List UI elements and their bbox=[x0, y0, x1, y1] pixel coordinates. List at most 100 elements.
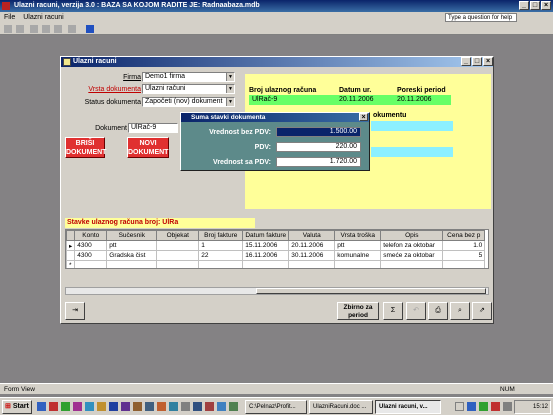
status-combo[interactable]: Započeti (nov) dokument ▼ bbox=[142, 97, 235, 107]
sum-button[interactable]: Σ bbox=[383, 302, 403, 320]
window-minimize-button[interactable]: _ bbox=[461, 57, 471, 66]
menu-ulazni-racuni[interactable]: Ulazni racuni bbox=[23, 14, 63, 21]
tray-icon[interactable] bbox=[455, 402, 464, 411]
quicklaunch-icon[interactable] bbox=[97, 402, 106, 411]
preview-button[interactable]: ⌕ bbox=[450, 302, 470, 320]
dokument-field[interactable]: UlRač-9 bbox=[128, 123, 178, 133]
sort-icon[interactable] bbox=[68, 25, 76, 33]
tray-icon[interactable] bbox=[467, 402, 476, 411]
chevron-down-icon[interactable]: ▼ bbox=[226, 73, 234, 81]
quicklaunch-icon[interactable] bbox=[49, 402, 58, 411]
new-record-selector[interactable]: * bbox=[66, 260, 76, 268]
header-values-row[interactable]: UlRač-9 20.11.2006 20.11.2006 bbox=[249, 95, 451, 105]
quicklaunch-icon[interactable] bbox=[169, 402, 178, 411]
quicklaunch-icon[interactable] bbox=[229, 402, 238, 411]
cell-cena[interactable]: 5 bbox=[442, 250, 486, 261]
horizontal-scrollbar[interactable] bbox=[65, 287, 489, 295]
col-broj-fakture[interactable]: Broj fakture bbox=[198, 230, 244, 241]
quicklaunch-icon[interactable] bbox=[37, 402, 46, 411]
dialog-close-button[interactable]: × bbox=[359, 113, 368, 121]
quicklaunch-icon[interactable] bbox=[109, 402, 118, 411]
copy-icon[interactable] bbox=[42, 25, 50, 33]
col-valuta[interactable]: Valuta bbox=[288, 230, 336, 241]
task-word-document[interactable]: UlazniRacuni.doc ... bbox=[309, 400, 373, 414]
quicklaunch-icon[interactable] bbox=[193, 402, 202, 411]
col-cena[interactable]: Cena bez p bbox=[442, 230, 486, 241]
cell-objekat[interactable] bbox=[156, 240, 200, 251]
cell-valuta[interactable]: 30.11.2006 bbox=[288, 250, 336, 261]
clock[interactable]: 15:12 bbox=[514, 400, 551, 414]
firma-combo[interactable]: Demo1 firma ▼ bbox=[142, 72, 235, 82]
quicklaunch-icon[interactable] bbox=[121, 402, 130, 411]
vrednost-bez-pdv-field[interactable]: 1.500.00 bbox=[276, 127, 361, 137]
cell-objekat[interactable] bbox=[156, 250, 200, 261]
col-sucesnik[interactable]: Sučesnik bbox=[106, 230, 158, 241]
cell-sucesnik[interactable]: ptt bbox=[106, 240, 158, 251]
col-objekat[interactable]: Objekat bbox=[156, 230, 200, 241]
save-icon[interactable] bbox=[16, 25, 24, 33]
row-selector[interactable] bbox=[66, 250, 76, 261]
cell-broj-fakture[interactable]: 22 bbox=[198, 250, 244, 261]
vrsta-combo[interactable]: Ulazni računi ▼ bbox=[142, 84, 235, 94]
task-profit-folder[interactable]: C:\Pelnaz\Profit... bbox=[245, 400, 307, 414]
minimize-button[interactable]: _ bbox=[519, 1, 529, 10]
zbirno-za-period-button[interactable]: Zbirno za period bbox=[337, 302, 379, 320]
quicklaunch-icon[interactable] bbox=[217, 402, 226, 411]
cell-konto[interactable]: 4300 bbox=[74, 250, 108, 261]
quicklaunch-icon[interactable] bbox=[133, 402, 142, 411]
new-record-row[interactable]: * bbox=[66, 260, 486, 268]
col-konto[interactable]: Konto bbox=[74, 230, 108, 241]
exit-button[interactable]: ⇥ bbox=[65, 302, 85, 320]
quicklaunch-icon[interactable] bbox=[181, 402, 190, 411]
novi-dokument-button[interactable]: NOVI DOKUMENT bbox=[127, 137, 169, 158]
cell-broj-fakture[interactable]: 1 bbox=[198, 240, 244, 251]
cyan-field-1[interactable] bbox=[371, 121, 453, 131]
cell-opis[interactable]: smeće za oktobar bbox=[380, 250, 444, 261]
vrednost-sa-pdv-field[interactable]: 1.720.00 bbox=[276, 157, 361, 167]
close-button[interactable]: × bbox=[541, 1, 551, 10]
start-button[interactable]: ⊞ Start bbox=[2, 400, 32, 414]
row-selector-current[interactable]: ▸ bbox=[66, 240, 76, 251]
maximize-button[interactable]: □ bbox=[530, 1, 540, 10]
cell-opis[interactable]: telefon za oktobar bbox=[380, 240, 444, 251]
scrollbar-thumb[interactable] bbox=[256, 288, 486, 294]
cell-datum-fakture[interactable]: 16.11.2006 bbox=[242, 250, 290, 261]
quicklaunch-icon[interactable] bbox=[157, 402, 166, 411]
cell-vrsta-troska[interactable]: ptt bbox=[334, 240, 382, 251]
tray-icon[interactable] bbox=[503, 402, 512, 411]
filter-icon[interactable] bbox=[86, 25, 94, 33]
cut-icon[interactable] bbox=[30, 25, 38, 33]
items-grid[interactable]: Konto Sučesnik Objekat Broj fakture Datu… bbox=[65, 229, 489, 269]
tray-icon[interactable] bbox=[491, 402, 500, 411]
col-vrsta-troska[interactable]: Vrsta troška bbox=[334, 230, 382, 241]
cyan-field-2[interactable] bbox=[371, 147, 453, 157]
chevron-down-icon[interactable]: ▼ bbox=[226, 98, 234, 106]
menu-file[interactable]: File bbox=[4, 14, 15, 21]
print-button[interactable]: ⎙ bbox=[428, 302, 448, 320]
access-app-icon[interactable] bbox=[2, 2, 10, 10]
col-datum-fakture[interactable]: Datum fakture bbox=[242, 230, 290, 241]
view-icon[interactable] bbox=[4, 25, 12, 33]
cell-cena[interactable]: 1.0 bbox=[442, 240, 486, 251]
cell-datum-fakture[interactable]: 15.11.2006 bbox=[242, 240, 290, 251]
quicklaunch-icon[interactable] bbox=[61, 402, 70, 411]
help-search-input[interactable]: Type a question for help bbox=[445, 13, 517, 22]
task-ulazni-racuni[interactable]: Ulazni racuni, v... bbox=[375, 400, 441, 414]
cell-valuta[interactable]: 20.11.2006 bbox=[288, 240, 336, 251]
quicklaunch-icon[interactable] bbox=[145, 402, 154, 411]
cell-sucesnik[interactable]: Gradska čist bbox=[106, 250, 158, 261]
brisi-dokument-button[interactable]: BRIŠI DOKUMENT bbox=[65, 137, 106, 158]
table-row[interactable]: 4300 Gradska čist 22 16.11.2006 30.11.20… bbox=[66, 250, 486, 261]
table-row[interactable]: ▸ 4300 ptt 1 15.11.2006 20.11.2006 ptt t… bbox=[66, 240, 486, 251]
undo-button[interactable]: ↶ bbox=[406, 302, 426, 320]
paste-icon[interactable] bbox=[54, 25, 62, 33]
chevron-down-icon[interactable]: ▼ bbox=[226, 85, 234, 93]
col-opis[interactable]: Opis bbox=[380, 230, 444, 241]
window-maximize-button[interactable]: □ bbox=[472, 57, 482, 66]
quicklaunch-icon[interactable] bbox=[73, 402, 82, 411]
cell-vrsta-troska[interactable]: komunalne bbox=[334, 250, 382, 261]
quicklaunch-icon[interactable] bbox=[205, 402, 214, 411]
cell-konto[interactable]: 4300 bbox=[74, 240, 108, 251]
export-button[interactable]: ⇗ bbox=[472, 302, 492, 320]
quicklaunch-icon[interactable] bbox=[85, 402, 94, 411]
